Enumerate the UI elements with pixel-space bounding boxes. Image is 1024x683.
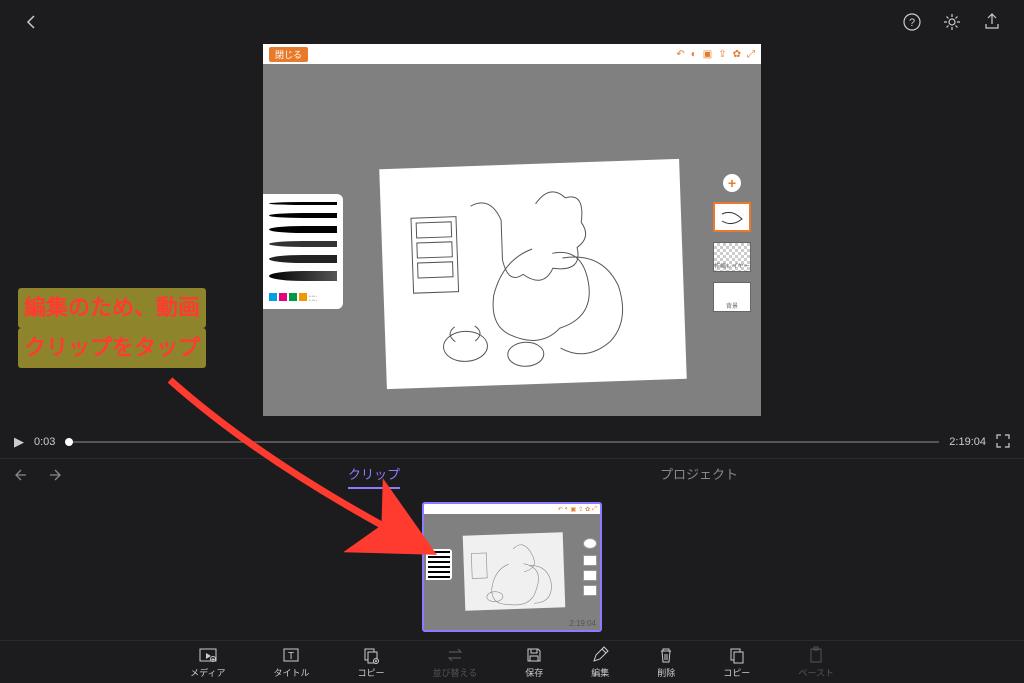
frame-close-button[interactable]: 閉じる [269,47,308,62]
export-icon[interactable]: ⇪ [718,49,726,60]
bottom-toolbar: メディア T タイトル コピー 並び替える 保存 編集 削除 コピー ペースト [0,640,1024,682]
brush-2[interactable] [269,213,337,218]
svg-text:?: ? [909,17,915,29]
save-button[interactable]: 保存 [525,646,543,679]
copy-label: コピー [358,666,385,679]
copy2-button[interactable]: コピー [723,646,750,679]
clip-tools [426,549,452,580]
svg-text:T: T [288,651,294,662]
settings2-icon[interactable]: ✿ [733,49,741,60]
color-palette[interactable] [269,293,337,301]
brush-6[interactable] [269,271,337,281]
paste-button[interactable]: ペースト [798,646,834,679]
preview-area: 閉じる ↶ ◐ ▣ ⇪ ✿ ⤢ [0,44,1024,426]
redo-button[interactable] [44,468,62,485]
edit-button[interactable]: 編集 [591,646,609,679]
play-button[interactable]: ▶ [14,434,24,450]
timeline-thumb[interactable] [65,438,73,446]
edit-label: 編集 [591,666,609,679]
delete-button[interactable]: 削除 [657,646,675,679]
drawing-canvas[interactable] [379,159,686,389]
frame-tool-icons: ↶ ◐ ▣ ⇪ ✿ ⤢ [676,49,755,60]
undo-icon[interactable]: ↶ [676,49,684,60]
add-layer-button[interactable]: + [723,174,741,192]
fullscreen-button[interactable] [996,434,1010,451]
tab-clip[interactable]: クリップ [348,464,400,489]
brush-panel[interactable] [263,194,343,309]
title-button[interactable]: T タイトル [273,646,309,679]
annotation-callout: 編集のため、動画 クリップをタップ [18,288,206,368]
adjust-icon[interactable]: ◐ [691,49,697,60]
timeline-slider[interactable] [65,441,939,443]
title-label: タイトル [273,666,309,679]
preview-frame: 閉じる ↶ ◐ ▣ ⇪ ✿ ⤢ [263,44,761,416]
brush-4[interactable] [269,241,337,247]
playback-bar: ▶ 0:03 2:19:04 [0,426,1024,458]
current-time: 0:03 [34,436,55,448]
top-bar: ? [0,0,1024,44]
clip-area: ↶◐▣⇪✿⤢ 2:19:04 [0,494,1024,640]
expand-icon[interactable]: ⤢ [747,49,755,60]
copy2-label: コピー [723,666,750,679]
layers-icon[interactable]: ▣ [703,49,712,60]
brush-3[interactable] [269,226,337,233]
clip-layers [583,538,597,596]
paste-label: ペースト [798,666,834,679]
clip-sketch [463,532,566,610]
save-label: 保存 [525,666,543,679]
frame-header: 閉じる ↶ ◐ ▣ ⇪ ✿ ⤢ [263,44,761,64]
tabs-row: クリップ プロジェクト [0,458,1024,494]
layer-thumb-1[interactable] [713,202,751,232]
layer-panel: + 作画レイヤー 背景 [711,174,753,312]
annotation-line1: 編集のため、動画 [18,288,206,328]
copy-button[interactable]: コピー [358,646,385,679]
layer-thumb-3[interactable]: 背景 [713,282,751,312]
layer-thumb-2[interactable]: 作画レイヤー [713,242,751,272]
delete-label: 削除 [657,666,675,679]
brush-5[interactable] [269,255,337,263]
reorder-label: 並び替える [433,666,478,679]
help-icon[interactable]: ? [892,13,932,31]
tab-project[interactable]: プロジェクト [660,464,738,489]
clip-thumbnail[interactable]: ↶◐▣⇪✿⤢ 2:19:04 [422,502,602,632]
clip-header: ↶◐▣⇪✿⤢ [424,504,600,514]
undo-button[interactable] [14,468,32,485]
brush-1[interactable] [269,202,337,205]
annotation-line2: クリップをタップ [18,328,206,368]
back-button[interactable] [12,14,52,30]
canvas-area: + 作画レイヤー 背景 [263,64,761,416]
media-button[interactable]: メディア [190,646,225,679]
media-label: メディア [190,666,225,679]
clip-duration: 2:19:04 [569,619,596,628]
settings-icon[interactable] [932,13,972,31]
share-icon[interactable] [972,13,1012,31]
total-time: 2:19:04 [949,436,986,448]
reorder-button[interactable]: 並び替える [433,646,478,679]
